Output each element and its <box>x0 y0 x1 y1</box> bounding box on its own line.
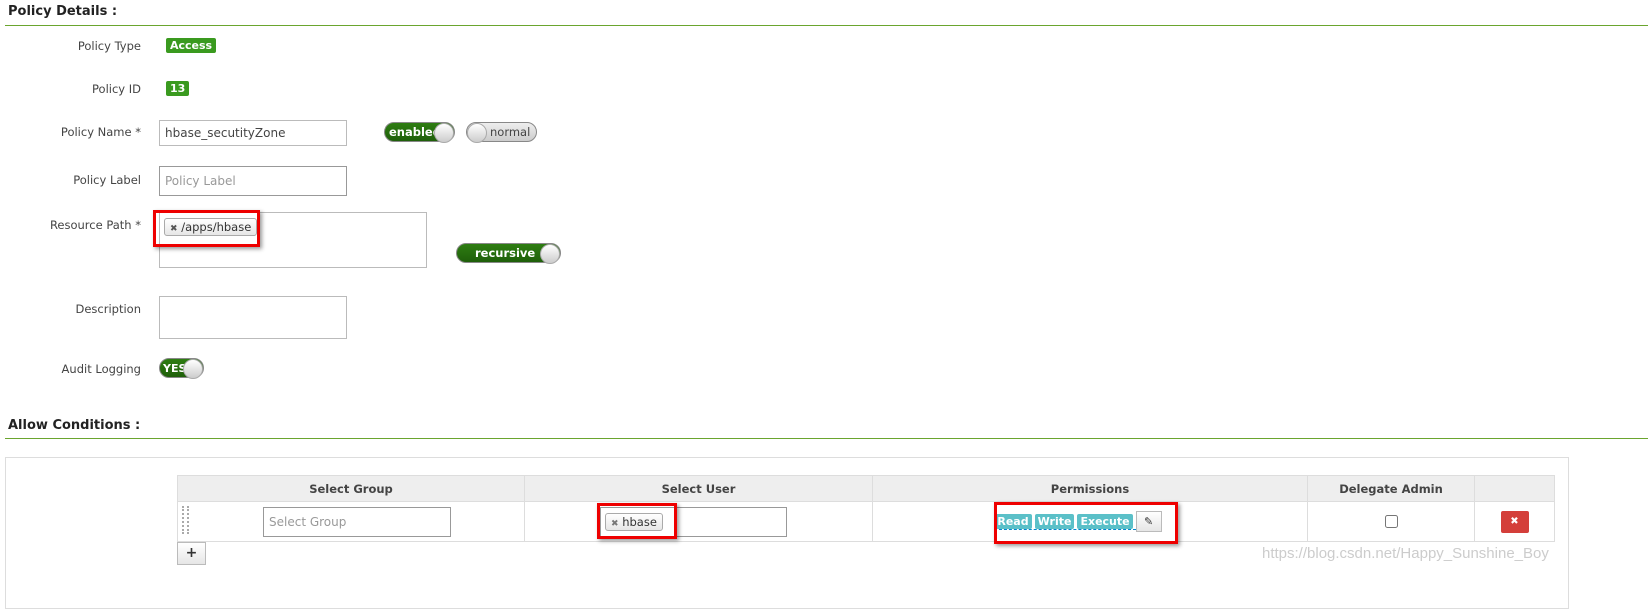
toggle-knob <box>183 359 203 379</box>
drag-handle[interactable] <box>182 506 189 534</box>
conditions-table: Select Group Select User Permissions Del… <box>177 475 1555 544</box>
description-label: Description <box>75 302 142 316</box>
policy-name-label: Policy Name * <box>60 125 141 139</box>
highlight-box <box>994 502 1178 544</box>
divider <box>5 438 1648 439</box>
policy-name-input[interactable]: hbase_secutityZone <box>159 120 347 146</box>
policy-type-badge: Access <box>166 38 217 53</box>
policy-type-label: Policy Type <box>77 39 141 53</box>
normal-toggle-label: normal <box>490 125 531 139</box>
delegate-admin-checkbox[interactable] <box>1385 515 1398 528</box>
policy-details-heading: Policy Details : <box>8 4 118 19</box>
resource-path-label: Resource Path * <box>49 218 141 232</box>
highlight-box <box>153 210 260 247</box>
delete-row-button[interactable]: ✖ <box>1500 510 1529 533</box>
col-header: Select Group <box>177 475 525 502</box>
toggle-knob <box>434 123 454 143</box>
audit-logging-toggle[interactable]: YES <box>159 358 204 379</box>
watermark: https://blog.csdn.net/Happy_Sunshine_Boy <box>1262 545 1549 562</box>
policy-id-label: Policy ID <box>92 82 141 96</box>
col-header: Permissions <box>872 475 1308 502</box>
description-textarea[interactable] <box>159 296 347 339</box>
enabled-toggle[interactable]: enabled <box>384 122 455 143</box>
policy-label-label: Policy Label <box>73 173 141 187</box>
toggle-knob <box>467 123 487 143</box>
col-header: Delegate Admin <box>1307 475 1475 502</box>
col-header <box>1474 475 1555 502</box>
add-row-button[interactable]: + <box>177 542 206 565</box>
audit-logging-label: Audit Logging <box>61 362 141 376</box>
recursive-toggle[interactable]: recursive <box>456 243 561 264</box>
highlight-box <box>597 503 677 539</box>
col-header: Select User <box>524 475 873 502</box>
toggle-knob <box>540 244 560 264</box>
policy-label-input[interactable]: Policy Label <box>159 166 347 196</box>
policy-id-badge: 13 <box>166 81 190 96</box>
normal-toggle[interactable]: normal <box>466 122 537 143</box>
table-row: Select Group ✖ hbase Read Write Execute ✎ … <box>177 501 1555 544</box>
select-group-input[interactable]: Select Group <box>263 506 451 537</box>
allow-conditions-heading: Allow Conditions : <box>8 418 141 433</box>
divider <box>5 25 1648 26</box>
recursive-toggle-label: recursive <box>475 246 536 260</box>
